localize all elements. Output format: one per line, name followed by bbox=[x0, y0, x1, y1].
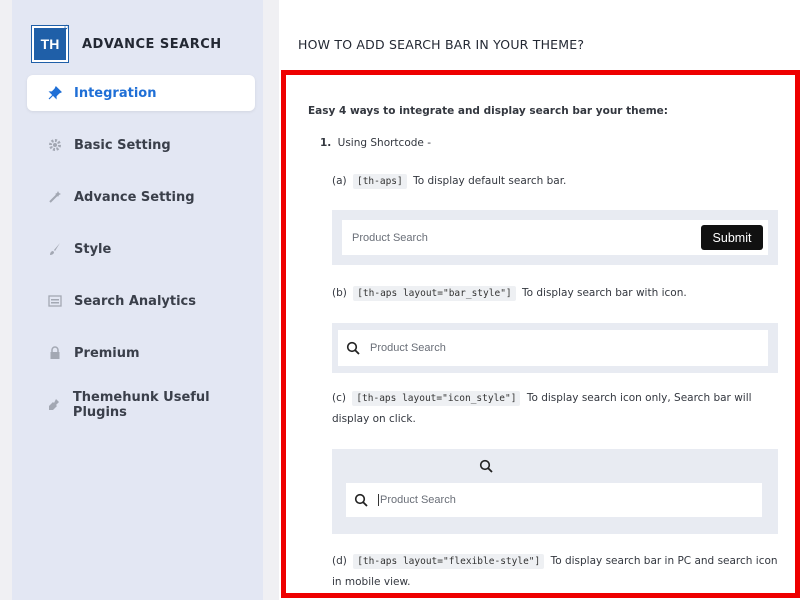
demo-default-search: Product Search Submit bbox=[332, 210, 778, 265]
sidebar-item-label: Themehunk Useful Plugins bbox=[72, 390, 210, 420]
main-panel: HOW TO ADD SEARCH BAR IN YOUR THEME? Eas… bbox=[279, 0, 800, 600]
intro-text: Easy 4 ways to integrate and display sea… bbox=[308, 105, 669, 117]
sidebar-item-label: Integration bbox=[74, 85, 157, 101]
step-label: Using Shortcode - bbox=[337, 137, 431, 149]
brand: TH ⁘ ADVANCE SEARCH bbox=[32, 23, 222, 62]
sidebar-item-label: Style bbox=[74, 241, 112, 257]
search-bar[interactable]: Product Search Submit bbox=[342, 220, 768, 255]
search-icon bbox=[346, 341, 360, 355]
shortcode-icon-style[interactable]: [th-aps layout="icon_style"] bbox=[352, 391, 521, 406]
option-b: (b) [th-aps layout="bar_style"] To displ… bbox=[332, 286, 687, 301]
wand-icon bbox=[47, 189, 63, 205]
shortcode-default[interactable]: [th-aps] bbox=[352, 174, 407, 189]
sidebar-item-integration[interactable]: Integration bbox=[27, 75, 255, 111]
themehunk-logo: TH ⁘ bbox=[32, 23, 70, 62]
lock-icon bbox=[47, 345, 63, 361]
option-a: (a) [th-aps] To display default search b… bbox=[332, 174, 567, 189]
sidebar-item-label: Premium bbox=[74, 345, 140, 361]
app-title: ADVANCE SEARCH bbox=[82, 36, 222, 52]
option-c: (c) [th-aps layout="icon_style"] To disp… bbox=[332, 388, 778, 429]
sidebar: TH ⁘ ADVANCE SEARCH Integration Basic Se… bbox=[12, 0, 263, 600]
page-title: HOW TO ADD SEARCH BAR IN YOUR THEME? bbox=[298, 37, 585, 52]
demo-bar-style: Product Search bbox=[332, 323, 778, 373]
submit-button[interactable]: Submit bbox=[701, 225, 763, 250]
sidebar-item-search-analytics[interactable]: Search Analytics bbox=[27, 283, 255, 319]
option-d: (d) [th-aps layout="flexible-style"] To … bbox=[332, 551, 778, 592]
search-placeholder: Product Search bbox=[370, 342, 446, 354]
pin-icon bbox=[47, 85, 63, 101]
sidebar-item-label: Advance Setting bbox=[74, 189, 195, 205]
shortcode-flexible-style[interactable]: [th-aps layout="flexible-style"] bbox=[353, 554, 545, 569]
search-bar-with-icon[interactable]: Product Search bbox=[338, 330, 768, 366]
logo-dots-icon: ⁘ bbox=[63, 23, 70, 32]
option-a-text: To display default search bar. bbox=[413, 175, 567, 187]
brush-icon bbox=[47, 241, 63, 257]
search-icon[interactable] bbox=[479, 459, 493, 473]
sidebar-item-premium[interactable]: Premium bbox=[27, 335, 255, 371]
plugin-icon bbox=[47, 397, 62, 413]
option-a-prefix: (a) bbox=[332, 175, 347, 187]
step-number: 1. bbox=[320, 137, 332, 149]
sidebar-item-basic-setting[interactable]: Basic Setting bbox=[27, 127, 255, 163]
analytics-icon bbox=[47, 293, 63, 309]
sidebar-nav: Integration Basic Setting Advance Settin… bbox=[27, 75, 255, 439]
sidebar-item-themehunk-plugins[interactable]: Themehunk Useful Plugins bbox=[27, 387, 255, 423]
sidebar-item-style[interactable]: Style bbox=[27, 231, 255, 267]
logo-text: TH bbox=[40, 36, 60, 52]
step-heading: 1. Using Shortcode - bbox=[320, 137, 431, 149]
shortcode-bar-style[interactable]: [th-aps layout="bar_style"] bbox=[353, 286, 516, 301]
option-d-prefix: (d) bbox=[332, 555, 347, 567]
option-b-prefix: (b) bbox=[332, 287, 347, 299]
search-placeholder: Product Search bbox=[352, 231, 428, 244]
highlight-frame: Easy 4 ways to integrate and display sea… bbox=[281, 70, 800, 598]
sidebar-item-advance-setting[interactable]: Advance Setting bbox=[27, 179, 255, 215]
option-c-prefix: (c) bbox=[332, 392, 346, 404]
gear-icon bbox=[47, 137, 63, 153]
search-icon bbox=[354, 493, 368, 507]
sidebar-item-label: Search Analytics bbox=[74, 293, 196, 309]
sidebar-item-label: Basic Setting bbox=[74, 137, 171, 153]
popup-search-bar[interactable]: Product Search bbox=[346, 483, 762, 517]
demo-icon-style: Product Search bbox=[332, 449, 778, 534]
option-b-text: To display search bar with icon. bbox=[521, 287, 687, 299]
search-placeholder: Product Search bbox=[378, 494, 456, 506]
